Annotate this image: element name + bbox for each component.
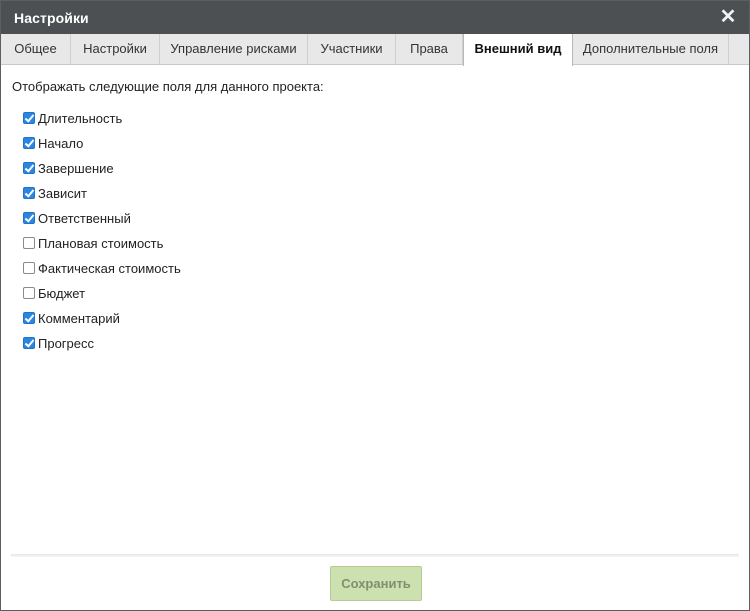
field-start[interactable]: Начало <box>23 134 83 152</box>
save-button[interactable]: Сохранить <box>330 566 422 601</box>
field-duration[interactable]: Длительность <box>23 109 122 127</box>
fields-intro: Отображать следующие поля для данного пр… <box>12 79 324 94</box>
field-progress[interactable]: Прогресс <box>23 334 94 352</box>
settings-dialog: Настройки ✕ Общее Настройки Управление р… <box>0 0 750 611</box>
field-label: Завершение <box>38 160 114 176</box>
field-label: Начало <box>38 135 84 151</box>
checkbox[interactable] <box>23 187 35 199</box>
checkbox[interactable] <box>23 262 35 274</box>
checkbox[interactable] <box>23 112 35 124</box>
field-actual-cost[interactable]: Фактическая стоимость <box>23 259 181 277</box>
tab-risk-management[interactable]: Управление рисками <box>160 34 308 65</box>
field-label: Ответственный <box>38 210 131 226</box>
field-label: Длительность <box>38 110 123 126</box>
tab-custom-fields[interactable]: Дополнительные поля <box>573 34 729 65</box>
footer-divider <box>11 554 739 557</box>
tab-settings[interactable]: Настройки <box>71 34 160 65</box>
field-finish[interactable]: Завершение <box>23 159 114 177</box>
close-icon[interactable]: ✕ <box>719 7 737 27</box>
tab-label: Управление рисками <box>170 41 297 56</box>
tab-bar: Общее Настройки Управление рисками Участ… <box>1 34 749 66</box>
checkbox[interactable] <box>23 287 35 299</box>
dialog-titlebar: Настройки ✕ <box>1 1 749 34</box>
field-depends-on[interactable]: Зависит <box>23 184 87 202</box>
tab-label: Права <box>410 41 448 56</box>
tab-label: Участники <box>320 41 383 56</box>
checkbox[interactable] <box>23 212 35 224</box>
tab-label: Общее <box>14 41 57 56</box>
tab-appearance[interactable]: Внешний вид <box>463 34 573 66</box>
field-responsible[interactable]: Ответственный <box>23 209 131 227</box>
checkbox[interactable] <box>23 237 35 249</box>
field-label: Плановая стоимость <box>38 235 164 251</box>
field-comment[interactable]: Комментарий <box>23 309 120 327</box>
tab-label: Внешний вид <box>474 41 562 56</box>
field-label: Зависит <box>38 185 87 201</box>
field-planned-cost[interactable]: Плановая стоимость <box>23 234 163 252</box>
field-budget[interactable]: Бюджет <box>23 284 85 302</box>
field-label: Фактическая стоимость <box>38 260 181 276</box>
checkbox[interactable] <box>23 162 35 174</box>
checkbox[interactable] <box>23 137 35 149</box>
field-label: Бюджет <box>38 285 86 301</box>
field-label: Комментарий <box>38 310 120 326</box>
checkbox[interactable] <box>23 312 35 324</box>
tab-label: Дополнительные поля <box>582 41 719 56</box>
checkbox[interactable] <box>23 337 35 349</box>
dialog-title: Настройки <box>14 10 89 26</box>
tab-participants[interactable]: Участники <box>308 34 396 65</box>
tab-permissions[interactable]: Права <box>396 34 463 65</box>
tab-general[interactable]: Общее <box>1 34 71 65</box>
tab-label: Настройки <box>83 41 147 56</box>
field-label: Прогресс <box>38 335 95 351</box>
